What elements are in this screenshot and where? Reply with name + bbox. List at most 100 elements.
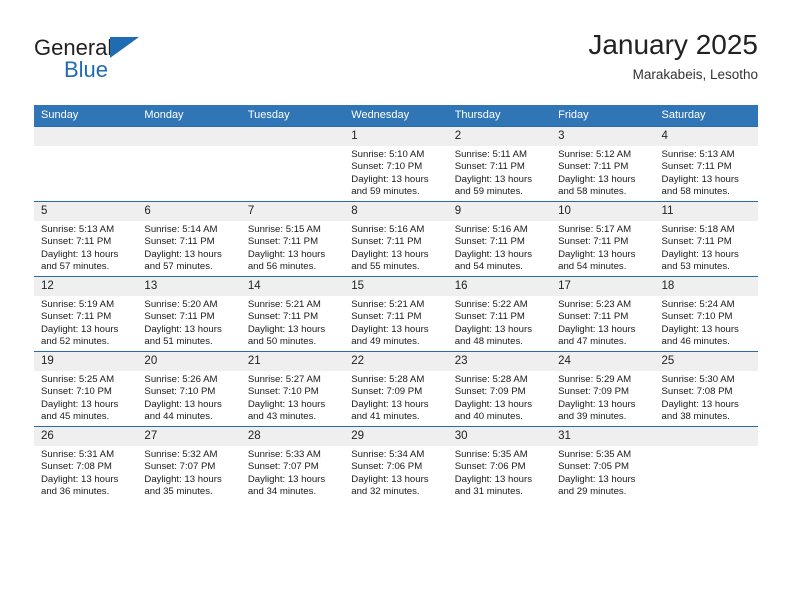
day-details: Sunrise: 5:32 AM Sunset: 7:07 PM Daylight:… xyxy=(137,446,240,498)
daylight-text-line2: and 58 minutes. xyxy=(558,185,627,197)
daylight-text-line2: and 29 minutes. xyxy=(558,485,627,497)
sunrise-text: Sunrise: 5:32 AM xyxy=(144,449,218,460)
weekday-header-tuesday: Tuesday xyxy=(240,105,345,127)
sunrise-text: Sunrise: 5:25 AM xyxy=(41,374,115,385)
sunrise-text: Sunrise: 5:11 AM xyxy=(454,149,528,160)
sunset-text: Sunset: 7:10 PM xyxy=(247,386,319,398)
daylight-text-line1: Daylight: 13 hours xyxy=(558,398,636,410)
calendar-day-cell[interactable]: 4 Sunrise: 5:13 AM Sunset: 7:11 PM Daylight… xyxy=(654,126,758,202)
weekday-header-friday: Friday xyxy=(551,105,655,127)
calendar-day-cell[interactable]: 25 Sunrise: 5:30 AM Sunset: 7:08 PM Dayligh… xyxy=(654,351,758,427)
calendar-day-cell[interactable]: 12 Sunrise: 5:19 AM Sunset: 7:11 PM Dayligh… xyxy=(34,276,138,352)
calendar-day-cell[interactable]: 29 Sunrise: 5:34 AM Sunset: 7:06 PM Dayligh… xyxy=(344,426,448,501)
sunset-text: Sunset: 7:10 PM xyxy=(144,386,216,398)
sunset-text: Sunset: 7:09 PM xyxy=(454,386,526,398)
calendar-day-cell[interactable]: 23 Sunrise: 5:28 AM Sunset: 7:09 PM Dayligh… xyxy=(447,351,552,427)
sunset-text: Sunset: 7:07 PM xyxy=(144,461,216,473)
daylight-text-line2: and 46 minutes. xyxy=(661,335,730,347)
daylight-text-line2: and 41 minutes. xyxy=(351,410,420,422)
daylight-text-line1: Daylight: 13 hours xyxy=(661,398,739,410)
calendar-day-cell[interactable]: 8 Sunrise: 5:16 AM Sunset: 7:11 PM Daylight… xyxy=(344,201,448,277)
calendar-day-cell[interactable]: 26 Sunrise: 5:31 AM Sunset: 7:08 PM Dayligh… xyxy=(34,426,138,501)
daylight-text-line1: Daylight: 13 hours xyxy=(558,173,636,185)
calendar-day-cell[interactable]: 27 Sunrise: 5:32 AM Sunset: 7:07 PM Dayligh… xyxy=(137,426,241,501)
calendar-day-cell[interactable]: 28 Sunrise: 5:33 AM Sunset: 7:07 PM Dayligh… xyxy=(240,426,345,501)
sunrise-text: Sunrise: 5:16 AM xyxy=(454,224,528,235)
day-details: Sunrise: 5:11 AM Sunset: 7:11 PM Daylight:… xyxy=(448,146,551,198)
day-details: Sunrise: 5:35 AM Sunset: 7:06 PM Daylight:… xyxy=(448,446,551,498)
brand-name-line2: Blue xyxy=(64,57,109,82)
sunrise-text: Sunrise: 5:23 AM xyxy=(558,299,632,310)
calendar-day-cell[interactable]: 17 Sunrise: 5:23 AM Sunset: 7:11 PM Dayligh… xyxy=(551,276,655,352)
calendar-day-cell[interactable]: 2 Sunrise: 5:11 AM Sunset: 7:11 PM Daylight… xyxy=(447,126,552,202)
day-details: Sunrise: 5:12 AM Sunset: 7:11 PM Daylight:… xyxy=(551,146,654,198)
calendar-day-cell[interactable]: 24 Sunrise: 5:29 AM Sunset: 7:09 PM Dayligh… xyxy=(551,351,655,427)
day-number: 12 xyxy=(34,277,138,296)
daylight-text-line2: and 43 minutes. xyxy=(247,410,317,422)
calendar-day-cell[interactable]: 9 Sunrise: 5:16 AM Sunset: 7:11 PM Daylight… xyxy=(447,201,552,277)
daylight-text-line2: and 59 minutes. xyxy=(351,185,420,197)
daylight-text-line1: Daylight: 13 hours xyxy=(661,248,739,260)
day-details: Sunrise: 5:34 AM Sunset: 7:06 PM Daylight:… xyxy=(344,446,447,498)
day-details: Sunrise: 5:19 AM Sunset: 7:11 PM Daylight:… xyxy=(34,296,137,348)
calendar-day-cell[interactable]: 6 Sunrise: 5:14 AM Sunset: 7:11 PM Daylight… xyxy=(137,201,241,277)
sunrise-text: Sunrise: 5:18 AM xyxy=(661,224,735,235)
day-number: 25 xyxy=(654,352,758,371)
sunset-text: Sunset: 7:11 PM xyxy=(41,236,112,248)
calendar-day-cell-empty xyxy=(240,126,345,202)
calendar-day-cell[interactable]: 22 Sunrise: 5:28 AM Sunset: 7:09 PM Dayligh… xyxy=(344,351,448,427)
sunrise-text: Sunrise: 5:20 AM xyxy=(144,299,218,310)
calendar-day-cell[interactable]: 16 Sunrise: 5:22 AM Sunset: 7:11 PM Dayligh… xyxy=(447,276,552,352)
brand-name-line1-row: General xyxy=(34,36,234,60)
day-number: 26 xyxy=(34,427,138,446)
day-number: 13 xyxy=(137,277,241,296)
sunrise-text: Sunrise: 5:13 AM xyxy=(661,149,735,160)
daylight-text-line2: and 52 minutes. xyxy=(41,335,110,347)
daylight-text-line2: and 50 minutes. xyxy=(247,335,317,347)
day-details: Sunrise: 5:24 AM Sunset: 7:10 PM Daylight:… xyxy=(655,296,758,348)
sunset-text: Sunset: 7:11 PM xyxy=(41,311,112,323)
calendar-day-cell[interactable]: 15 Sunrise: 5:21 AM Sunset: 7:11 PM Dayligh… xyxy=(344,276,448,352)
calendar-day-cell[interactable]: 31 Sunrise: 5:35 AM Sunset: 7:05 PM Dayligh… xyxy=(551,426,655,501)
calendar-day-cell[interactable]: 7 Sunrise: 5:15 AM Sunset: 7:11 PM Daylight… xyxy=(240,201,345,277)
calendar-day-cell[interactable]: 5 Sunrise: 5:13 AM Sunset: 7:11 PM Daylight… xyxy=(34,201,138,277)
day-details: Sunrise: 5:33 AM Sunset: 7:07 PM Daylight:… xyxy=(241,446,344,498)
calendar-day-cell[interactable]: 20 Sunrise: 5:26 AM Sunset: 7:10 PM Dayligh… xyxy=(137,351,241,427)
day-number: 6 xyxy=(137,202,241,221)
sunset-text: Sunset: 7:11 PM xyxy=(661,236,732,248)
sunrise-text: Sunrise: 5:22 AM xyxy=(454,299,528,310)
calendar-day-cell[interactable]: 19 Sunrise: 5:25 AM Sunset: 7:10 PM Dayligh… xyxy=(34,351,138,427)
sunset-text: Sunset: 7:11 PM xyxy=(454,236,525,248)
calendar-day-cell[interactable]: 21 Sunrise: 5:27 AM Sunset: 7:10 PM Dayligh… xyxy=(240,351,345,427)
day-details: Sunrise: 5:25 AM Sunset: 7:10 PM Daylight:… xyxy=(34,371,137,423)
daylight-text-line1: Daylight: 13 hours xyxy=(247,248,326,260)
sunset-text: Sunset: 7:05 PM xyxy=(558,461,630,473)
calendar-day-cell[interactable]: 10 Sunrise: 5:17 AM Sunset: 7:11 PM Dayligh… xyxy=(551,201,655,277)
day-number: 11 xyxy=(654,202,758,221)
calendar-day-cell[interactable]: 30 Sunrise: 5:35 AM Sunset: 7:06 PM Dayligh… xyxy=(447,426,552,501)
daylight-text-line2: and 39 minutes. xyxy=(558,410,627,422)
calendar-week-row: 1 Sunrise: 5:10 AM Sunset: 7:10 PM Daylight… xyxy=(34,126,758,202)
weekday-header-sunday: Sunday xyxy=(34,105,138,127)
calendar-week-row: 5 Sunrise: 5:13 AM Sunset: 7:11 PM Daylight… xyxy=(34,201,758,277)
sunrise-text: Sunrise: 5:35 AM xyxy=(454,449,528,460)
day-details: Sunrise: 5:21 AM Sunset: 7:11 PM Daylight:… xyxy=(344,296,447,348)
daylight-text-line1: Daylight: 13 hours xyxy=(351,323,429,335)
page-title: January 2025 xyxy=(588,29,758,60)
daylight-text-line2: and 47 minutes. xyxy=(558,335,627,347)
calendar-day-cell[interactable]: 1 Sunrise: 5:10 AM Sunset: 7:10 PM Daylight… xyxy=(344,126,448,202)
day-number: 9 xyxy=(447,202,552,221)
brand-name-line1: General xyxy=(34,35,113,60)
calendar-day-cell[interactable]: 13 Sunrise: 5:20 AM Sunset: 7:11 PM Dayligh… xyxy=(137,276,241,352)
calendar-day-cell[interactable]: 11 Sunrise: 5:18 AM Sunset: 7:11 PM Dayligh… xyxy=(654,201,758,277)
calendar-day-cell[interactable]: 14 Sunrise: 5:21 AM Sunset: 7:11 PM Dayligh… xyxy=(240,276,345,352)
daylight-text-line1: Daylight: 13 hours xyxy=(454,248,533,260)
daylight-text-line1: Daylight: 13 hours xyxy=(144,248,222,260)
daylight-text-line2: and 57 minutes. xyxy=(144,260,213,272)
calendar-day-cell[interactable]: 18 Sunrise: 5:24 AM Sunset: 7:10 PM Dayligh… xyxy=(654,276,758,352)
calendar-day-cell[interactable]: 3 Sunrise: 5:12 AM Sunset: 7:11 PM Daylight… xyxy=(551,126,655,202)
sunset-text: Sunset: 7:11 PM xyxy=(247,311,319,323)
day-number: 10 xyxy=(551,202,655,221)
sunset-text: Sunset: 7:06 PM xyxy=(454,461,526,473)
daylight-text-line2: and 45 minutes. xyxy=(41,410,110,422)
